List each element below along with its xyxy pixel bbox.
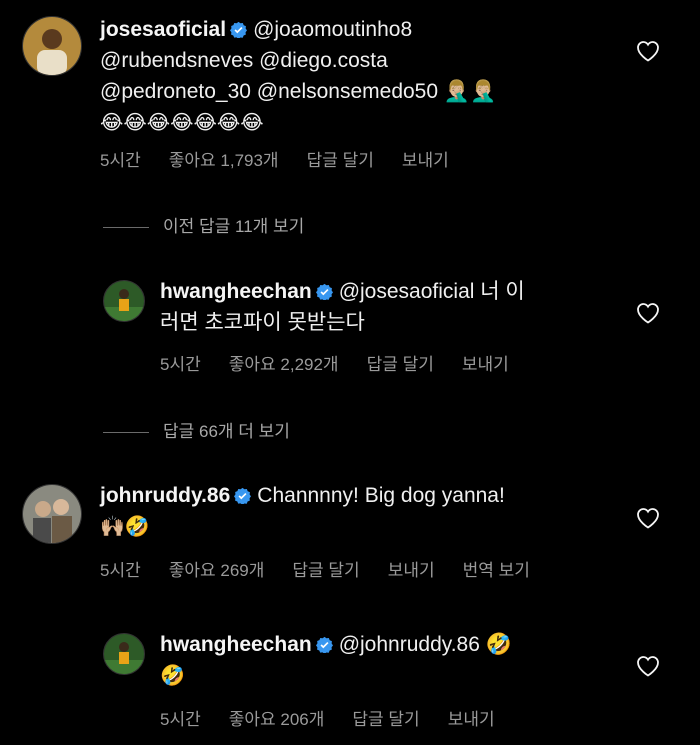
comment-text-line: 😂😂😂😂😂😂😂 — [100, 110, 264, 134]
avatar-image — [23, 485, 81, 543]
comment-body: hwangheechan @johnruddy.86 🤣 🤣 — [160, 629, 620, 691]
avatar-image — [104, 281, 144, 321]
comment-meta: 5시간 좋아요 2,292개 답글 달기 보내기 — [160, 350, 537, 375]
verified-badge-icon — [315, 636, 333, 653]
username[interactable]: josesaoficial — [100, 18, 226, 41]
username[interactable]: hwangheechan — [160, 280, 312, 303]
avatar-image — [23, 17, 81, 75]
username[interactable]: hwangheechan — [160, 633, 312, 656]
send-button[interactable]: 보내기 — [462, 355, 509, 374]
comment-text-line: @johnruddy.86 🤣 — [338, 633, 512, 656]
comment-meta: 5시간 좋아요 206개 답글 달기 보내기 — [160, 705, 523, 730]
comment-item: johnruddy.86 Channnny! Big dog yanna! 🙌🏼🤣… — [0, 470, 700, 590]
avatar[interactable] — [103, 280, 145, 322]
heart-outline-icon[interactable] — [636, 655, 660, 677]
comment-text-line: Channnny! Big dog yanna! — [257, 484, 505, 507]
like-count[interactable]: 좋아요 206개 — [229, 710, 325, 729]
heart-outline-icon[interactable] — [636, 507, 660, 529]
comment-meta: 5시간 좋아요 1,793개 답글 달기 보내기 — [100, 146, 477, 171]
like-count[interactable]: 좋아요 269개 — [169, 561, 265, 580]
like-count[interactable]: 좋아요 2,292개 — [229, 355, 339, 374]
comment-meta: 5시간 좋아요 269개 답글 달기 보내기 번역 보기 — [100, 556, 558, 581]
timestamp: 5시간 — [100, 561, 141, 580]
avatar[interactable] — [22, 16, 82, 76]
send-button[interactable]: 보내기 — [448, 710, 495, 729]
reply-button[interactable]: 답글 달기 — [292, 561, 359, 580]
verified-badge-icon — [230, 21, 248, 38]
reply-button[interactable]: 답글 달기 — [307, 151, 374, 170]
view-previous-label[interactable]: 이전 답글 11개 보기 — [163, 217, 304, 236]
comment-item: josesaoficial @joaomoutinho8 @rubendsneve… — [0, 0, 700, 180]
translate-button[interactable]: 번역 보기 — [463, 561, 530, 580]
comment-body: josesaoficial @joaomoutinho8 @rubendsneve… — [100, 14, 620, 138]
comment-text-line: @pedroneto_30 @nelsonsemedo50 🤦🏼‍♂️🤦🏼‍♂️ — [100, 80, 497, 103]
username[interactable]: johnruddy.86 — [100, 484, 230, 507]
comment-text-line: @josesaoficial 너 이 — [338, 280, 525, 303]
reply-item: hwangheechan @johnruddy.86 🤣 🤣 5시간 좋아요 206… — [0, 625, 700, 740]
timestamp: 5시간 — [160, 355, 201, 374]
comment-body: johnruddy.86 Channnny! Big dog yanna! 🙌🏼🤣 — [100, 480, 620, 542]
avatar-image — [104, 634, 144, 674]
reply-button[interactable]: 답글 달기 — [367, 355, 434, 374]
timestamp: 5시간 — [100, 151, 141, 170]
like-count[interactable]: 좋아요 1,793개 — [169, 151, 279, 170]
timestamp: 5시간 — [160, 710, 201, 729]
reply-button[interactable]: 답글 달기 — [352, 710, 419, 729]
comment-text-line: 러면 초코파이 못받는다 — [160, 311, 365, 334]
send-button[interactable]: 보내기 — [388, 561, 435, 580]
heart-outline-icon[interactable] — [636, 40, 660, 62]
divider-line — [103, 227, 149, 229]
avatar[interactable] — [22, 484, 82, 544]
comment-text-line: @joaomoutinho8 — [253, 18, 413, 41]
heart-outline-icon[interactable] — [636, 302, 660, 324]
verified-badge-icon — [234, 487, 252, 504]
send-button[interactable]: 보내기 — [402, 151, 449, 170]
comment-body: hwangheechan @josesaoficial 너 이 러면 초코파이 못… — [160, 276, 620, 338]
verified-badge-icon — [315, 283, 333, 300]
view-more-replies[interactable]: 답글 66개 더 보기 — [103, 417, 290, 442]
avatar[interactable] — [103, 633, 145, 675]
view-more-label[interactable]: 답글 66개 더 보기 — [163, 422, 290, 441]
reply-item: hwangheechan @josesaoficial 너 이 러면 초코파이 못… — [0, 270, 700, 380]
comment-text-line: 🙌🏼🤣 — [100, 514, 150, 538]
divider-line — [103, 432, 149, 434]
view-previous-replies[interactable]: 이전 답글 11개 보기 — [103, 212, 304, 237]
comment-text-line: @rubendsneves @diego.costa — [100, 49, 388, 72]
comment-text-line: 🤣 — [160, 663, 185, 687]
